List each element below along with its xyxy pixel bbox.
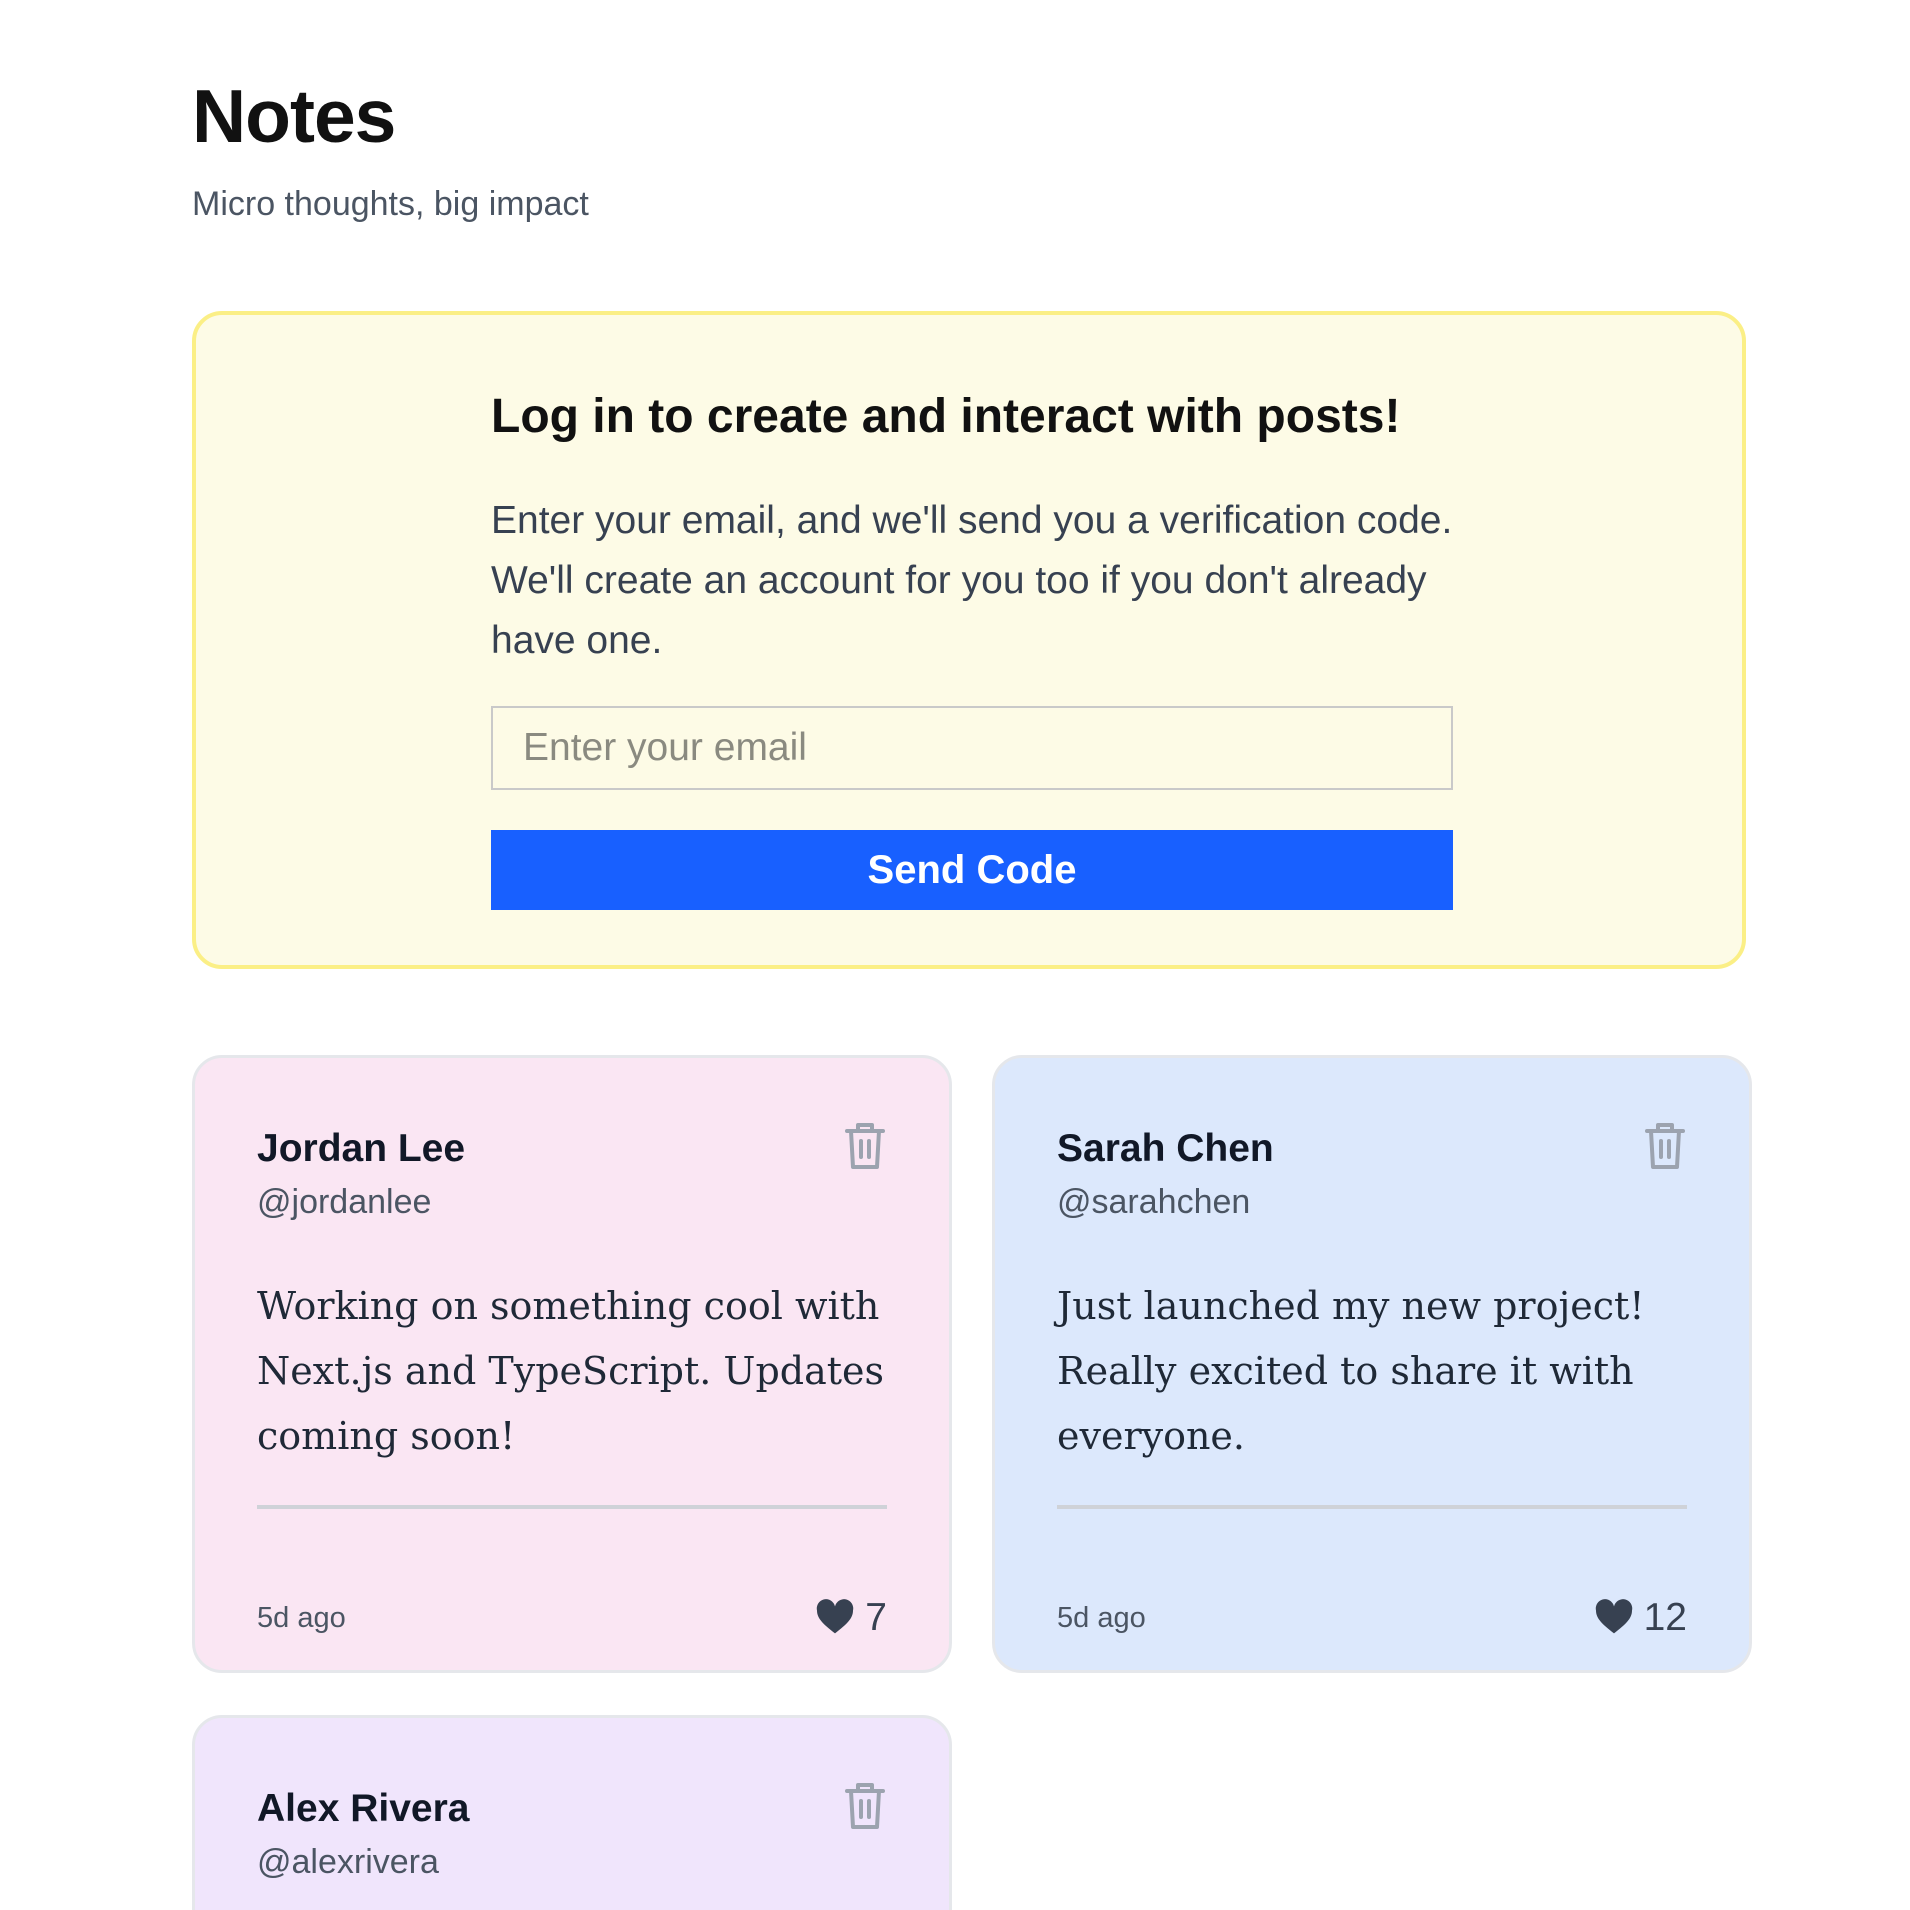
trash-icon xyxy=(841,1779,889,1833)
post-timestamp: 5d ago xyxy=(257,1602,346,1634)
send-code-button[interactable]: Send Code xyxy=(491,830,1453,910)
email-input[interactable] xyxy=(491,706,1453,790)
page-title: Notes xyxy=(192,74,396,158)
heart-icon xyxy=(815,1598,855,1638)
login-card: Log in to create and interact with posts… xyxy=(192,311,1746,969)
post-author-handle: @jordanlee xyxy=(257,1183,432,1221)
post-author-handle: @alexrivera xyxy=(257,1843,439,1881)
post-timestamp: 5d ago xyxy=(1057,1602,1146,1634)
page-subtitle: Micro thoughts, big impact xyxy=(192,185,589,223)
like-count: 7 xyxy=(865,1596,887,1639)
login-description: Enter your email, and we'll send you a v… xyxy=(491,499,1453,662)
post-body: Just launched my new project! Really exc… xyxy=(1057,1284,1645,1458)
delete-post-button[interactable] xyxy=(841,1779,889,1833)
post-divider xyxy=(257,1505,887,1509)
like-button[interactable]: 7 xyxy=(815,1596,887,1640)
post-author-name: Sarah Chen xyxy=(1057,1127,1274,1170)
heart-icon xyxy=(1594,1598,1634,1638)
post-card-alex-rivera: Alex Rivera @alexrivera xyxy=(192,1715,952,1910)
trash-icon xyxy=(841,1119,889,1173)
login-heading: Log in to create and interact with posts… xyxy=(491,390,1401,443)
post-card-sarah-chen: Sarah Chen @sarahchen Just launched my n… xyxy=(992,1055,1752,1673)
post-card-jordan-lee: Jordan Lee @jordanlee Working on somethi… xyxy=(192,1055,952,1673)
post-divider xyxy=(1057,1505,1687,1509)
delete-post-button[interactable] xyxy=(841,1119,889,1173)
post-author-handle: @sarahchen xyxy=(1057,1183,1251,1221)
post-author-name: Alex Rivera xyxy=(257,1787,470,1830)
trash-icon xyxy=(1641,1119,1689,1173)
delete-post-button[interactable] xyxy=(1641,1119,1689,1173)
like-count: 12 xyxy=(1643,1596,1687,1639)
like-button[interactable]: 12 xyxy=(1594,1596,1687,1640)
post-author-name: Jordan Lee xyxy=(257,1127,466,1170)
post-body: Working on something cool with Next.js a… xyxy=(257,1284,885,1458)
